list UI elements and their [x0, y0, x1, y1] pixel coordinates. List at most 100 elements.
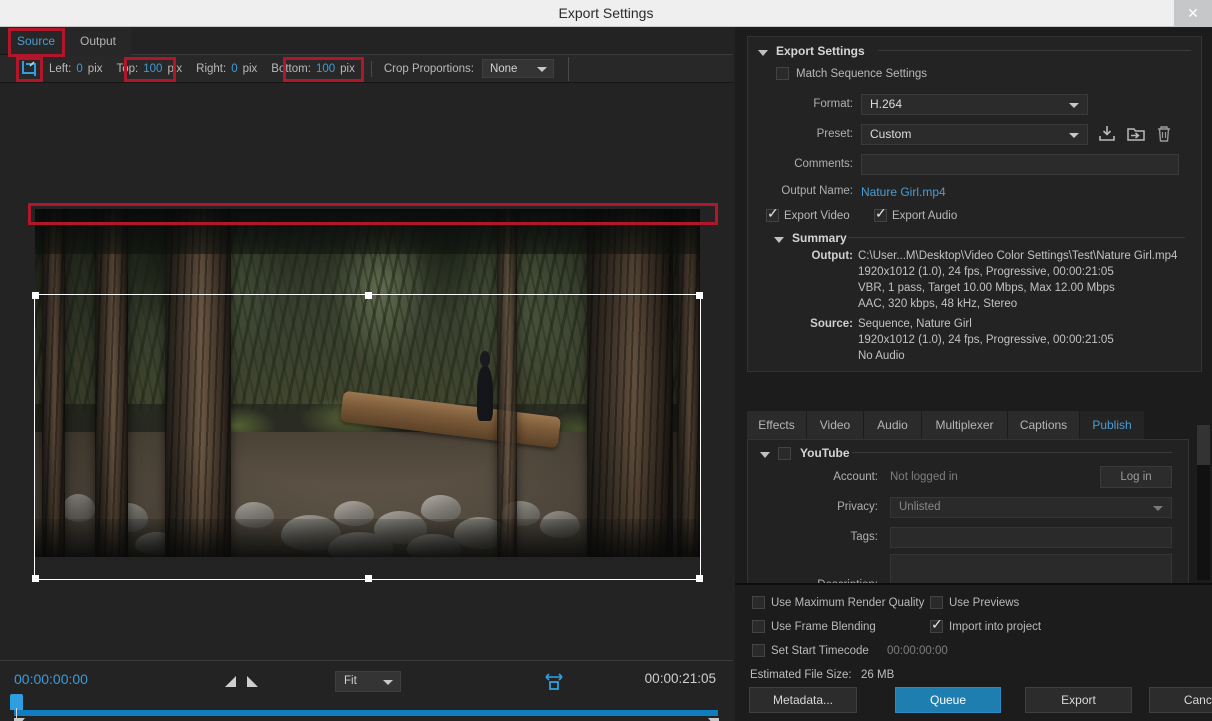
zoom-level-dropdown[interactable]: Fit	[335, 671, 401, 692]
queue-button[interactable]: Queue	[895, 687, 1001, 713]
export-audio-checkbox[interactable]	[874, 206, 887, 222]
summary-twisty[interactable]	[774, 237, 784, 243]
max-render-quality-label[interactable]: Use Maximum Render Quality	[771, 597, 924, 609]
preset-value: Custom	[870, 127, 912, 141]
crop-tool-icon[interactable]	[19, 60, 39, 78]
account-label: Account:	[833, 471, 878, 483]
export-audio-label[interactable]: Export Audio	[892, 210, 957, 222]
playback-bar: 00:00:00:00 Fit 00:00:21:05	[0, 660, 733, 721]
tags-input[interactable]	[890, 527, 1172, 548]
playhead-handle[interactable]	[10, 694, 23, 720]
export-video-checkbox[interactable]	[766, 206, 779, 222]
import-into-project-label[interactable]: Import into project	[949, 621, 1041, 633]
format-value: H.264	[870, 97, 903, 111]
use-previews-checkbox[interactable]	[930, 596, 943, 609]
comments-label: Comments:	[794, 158, 853, 170]
summary-rule	[848, 237, 1185, 238]
youtube-title: YouTube	[800, 446, 850, 460]
crop-handle-bottom-middle[interactable]	[364, 575, 372, 582]
crop-right-unit: pix	[242, 62, 258, 75]
source-preview-panel: Source Output Left: 0 pix Top: 100 pix R…	[0, 27, 733, 721]
summary-output-line-4: AAC, 320 kbps, 48 kHz, Stereo	[858, 298, 1018, 310]
crop-bottom-value[interactable]: 100	[316, 63, 335, 75]
close-icon[interactable]: ✕	[1174, 0, 1212, 27]
mark-in-icon[interactable]	[225, 674, 238, 687]
max-render-quality-checkbox[interactable]	[752, 596, 765, 609]
frame-blending-checkbox[interactable]	[752, 620, 765, 633]
privacy-label: Privacy:	[837, 501, 878, 513]
summary-output-line-3: VBR, 1 pass, Target 10.00 Mbps, Max 12.0…	[858, 282, 1115, 294]
format-dropdown[interactable]: H.264	[861, 94, 1088, 115]
mark-out-icon[interactable]	[246, 674, 259, 687]
tabstrip-filler	[131, 27, 733, 55]
estimated-size-value: 26 MB	[861, 669, 895, 681]
tags-label: Tags:	[850, 531, 879, 543]
start-timecode-value[interactable]: 00:00:00:00	[887, 645, 948, 657]
match-sequence-settings-label[interactable]: Match Sequence Settings	[796, 68, 927, 80]
crop-proportions-value: None	[489, 62, 518, 75]
duration-timecode: 00:00:21:05	[644, 671, 716, 686]
export-button[interactable]: Export	[1025, 687, 1132, 713]
export-settings-dialog: Export Settings ✕ Source Output Left: 0 …	[0, 0, 1212, 721]
privacy-value: Unlisted	[899, 501, 941, 513]
use-previews-label[interactable]: Use Previews	[949, 597, 1019, 609]
crop-left-label: Left:	[49, 62, 72, 75]
crop-proportions-label: Crop Proportions:	[383, 62, 474, 75]
summary-title: Summary	[792, 231, 847, 245]
publish-panel: YouTube Account: Not logged in Log in Pr…	[735, 411, 1212, 615]
frame-blending-label[interactable]: Use Frame Blending	[771, 621, 876, 633]
comments-input[interactable]	[861, 154, 1179, 175]
import-into-project-checkbox[interactable]	[930, 617, 943, 633]
output-name-link[interactable]: Nature Girl.mp4	[861, 185, 946, 199]
youtube-enable-checkbox[interactable]	[778, 447, 791, 460]
summary-source-line-1: Sequence, Nature Girl	[858, 318, 972, 330]
publish-scrollbar[interactable]	[1197, 425, 1210, 580]
crop-top-value[interactable]: 100	[143, 63, 162, 75]
chevron-down-icon	[1069, 133, 1079, 138]
crop-toolbar: Left: 0 pix Top: 100 pix Right: 0 pix Bo…	[0, 55, 733, 83]
export-settings-title: Export Settings	[776, 44, 865, 58]
set-start-timecode-checkbox[interactable]	[752, 644, 765, 657]
import-preset-icon[interactable]	[1127, 125, 1145, 142]
summary-output-label: Output:	[811, 250, 853, 262]
match-sequence-settings-checkbox[interactable]	[776, 67, 789, 80]
video-frame	[35, 209, 700, 557]
summary-source-line-3: No Audio	[858, 350, 905, 362]
preset-dropdown[interactable]: Custom	[861, 124, 1088, 145]
crop-handle-bottom-right[interactable]	[696, 575, 703, 582]
footer-bar: Use Maximum Render Quality Use Previews …	[735, 583, 1212, 721]
scrubber-range[interactable]	[14, 710, 718, 716]
preset-label: Preset:	[816, 128, 853, 140]
privacy-dropdown[interactable]: Unlisted	[890, 497, 1172, 518]
crop-right-label: Right:	[196, 62, 227, 75]
output-name-label: Output Name:	[781, 185, 853, 197]
tab-output[interactable]: Output	[65, 27, 131, 55]
set-start-timecode-label[interactable]: Set Start Timecode	[771, 645, 869, 657]
fit-to-frame-icon[interactable]	[545, 673, 563, 696]
crop-right-value[interactable]: 0	[231, 63, 237, 75]
crop-left-unit: pix	[87, 62, 103, 75]
cancel-button[interactable]: Cancel	[1149, 687, 1212, 713]
crop-bottom-label: Bottom:	[271, 62, 311, 75]
current-timecode[interactable]: 00:00:00:00	[14, 671, 88, 687]
crop-left-value[interactable]: 0	[76, 63, 82, 75]
export-video-label[interactable]: Export Video	[784, 210, 850, 222]
save-preset-icon[interactable]	[1098, 125, 1116, 142]
account-status: Not logged in	[890, 471, 958, 483]
delete-preset-icon[interactable]	[1155, 125, 1173, 142]
metadata-button[interactable]: Metadata...	[749, 687, 857, 713]
youtube-twisty[interactable]	[760, 452, 770, 458]
estimated-size-label: Estimated File Size:	[750, 669, 852, 681]
tab-source[interactable]: Source	[8, 27, 64, 55]
format-label: Format:	[813, 98, 853, 110]
crop-handle-bottom-left[interactable]	[32, 575, 39, 582]
publish-scrollbar-thumb[interactable]	[1197, 425, 1210, 465]
login-button[interactable]: Log in	[1100, 466, 1172, 488]
crop-proportions-dropdown[interactable]: None	[481, 59, 554, 78]
chevron-down-icon	[1153, 506, 1163, 511]
video-preview-area[interactable]	[0, 83, 733, 660]
title-bar: Export Settings ✕	[0, 0, 1212, 27]
export-settings-twisty[interactable]	[758, 50, 768, 56]
crop-top-unit: pix	[167, 62, 183, 75]
summary-output-line-2: 1920x1012 (1.0), 24 fps, Progressive, 00…	[858, 266, 1114, 278]
